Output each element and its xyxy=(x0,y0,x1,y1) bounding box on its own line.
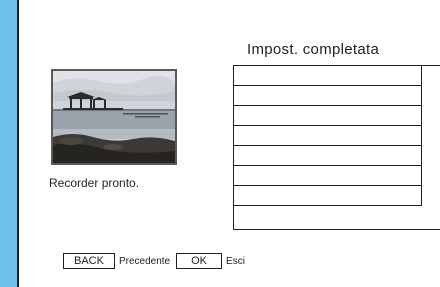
settings-list xyxy=(233,65,440,230)
back-button[interactable]: BACK xyxy=(63,253,115,269)
back-hint-label: Precedente xyxy=(118,255,171,267)
list-item xyxy=(234,146,422,166)
key-hints: BACK Precedente OK Esci xyxy=(63,253,249,269)
list-item xyxy=(234,186,422,206)
ok-hint-label: Esci xyxy=(226,255,245,267)
list-item xyxy=(234,126,422,146)
list-item xyxy=(234,166,422,186)
pier-scene-image xyxy=(53,71,175,163)
ok-button[interactable]: OK xyxy=(176,253,223,269)
list-item xyxy=(234,86,422,106)
list-item xyxy=(234,106,422,126)
page-title: Impost. completata xyxy=(247,41,380,58)
video-preview-image xyxy=(51,69,177,165)
status-text: Recorder pronto. xyxy=(49,176,140,190)
list-item xyxy=(234,66,422,86)
